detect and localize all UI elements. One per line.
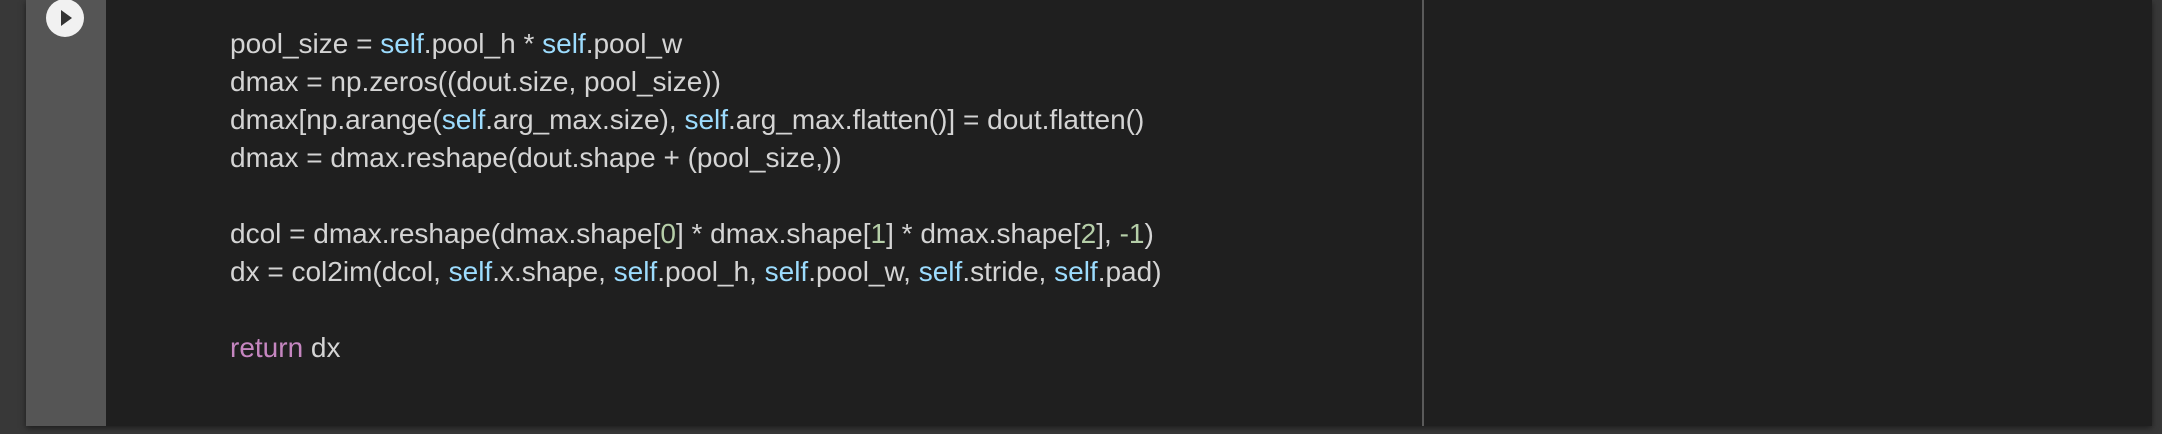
code-token: .stride, bbox=[962, 256, 1055, 287]
code-token: .x.shape, bbox=[492, 256, 614, 287]
code-token: ], bbox=[1096, 218, 1120, 249]
code-token: self bbox=[1054, 256, 1098, 287]
code-token: 2 bbox=[1080, 218, 1097, 249]
code-line[interactable]: return dx bbox=[230, 329, 1162, 367]
code-token: self bbox=[380, 28, 424, 59]
code-token: self bbox=[542, 28, 586, 59]
code-token: self bbox=[613, 256, 658, 287]
code-token: dx bbox=[303, 332, 341, 363]
code-token: self bbox=[918, 256, 963, 287]
code-cell[interactable]: pool_size = self.pool_h * self.pool_w dma… bbox=[26, 0, 2152, 426]
code-token: self bbox=[441, 104, 486, 135]
code-token: ] * dmax.shape[ bbox=[886, 218, 1081, 249]
code-token: .pool_w bbox=[585, 28, 683, 59]
code-token: .pool_w, bbox=[808, 256, 919, 287]
code-token: self bbox=[448, 256, 493, 287]
code-token: 0 bbox=[660, 218, 676, 249]
code-line[interactable]: dx = col2im(dcol, self.x.shape, self.poo… bbox=[230, 253, 1162, 291]
code-token: .pool_h, bbox=[657, 256, 765, 287]
code-line[interactable]: dmax = dmax.reshape(dout.shape + (pool_s… bbox=[230, 139, 1162, 177]
code-token: pool_size = bbox=[230, 28, 381, 59]
code-token: self bbox=[684, 104, 729, 135]
code-editor[interactable]: pool_size = self.pool_h * self.pool_w dma… bbox=[230, 25, 1162, 367]
code-token: ] * dmax.shape[ bbox=[675, 218, 871, 249]
code-line[interactable]: dmax = np.zeros((dout.size, pool_size)) bbox=[230, 63, 1162, 101]
code-line[interactable]: pool_size = self.pool_h * self.pool_w bbox=[230, 25, 1162, 63]
code-token: dmax = np.zeros((dout.size, pool_size)) bbox=[230, 66, 721, 97]
code-token: return bbox=[230, 332, 304, 363]
code-token: .pool_h * bbox=[423, 28, 543, 59]
run-cell-button[interactable] bbox=[46, 0, 84, 37]
code-line[interactable]: dcol = dmax.reshape(dmax.shape[0] * dmax… bbox=[230, 215, 1162, 253]
line-length-ruler bbox=[1422, 0, 1424, 426]
code-token: self bbox=[764, 256, 809, 287]
code-token: dmax = dmax.reshape(dout.shape + (pool_s… bbox=[230, 142, 842, 173]
code-token: 1 bbox=[870, 218, 887, 249]
cell-gutter bbox=[26, 0, 106, 426]
code-token: dcol = dmax.reshape(dmax.shape[ bbox=[230, 218, 661, 249]
code-token: ) bbox=[1144, 218, 1154, 249]
code-line[interactable] bbox=[230, 177, 1162, 215]
code-token: .pad) bbox=[1097, 256, 1162, 287]
code-token: .arg_max.flatten()] = dout.flatten() bbox=[728, 104, 1145, 135]
code-token: -1 bbox=[1119, 218, 1145, 249]
code-line[interactable]: dmax[np.arange(self.arg_max.size), self.… bbox=[230, 101, 1162, 139]
code-line[interactable] bbox=[230, 291, 1162, 329]
code-token: dmax[np.arange( bbox=[230, 104, 442, 135]
code-token: .arg_max.size), bbox=[485, 104, 685, 135]
code-token: dx = col2im(dcol, bbox=[230, 256, 449, 287]
